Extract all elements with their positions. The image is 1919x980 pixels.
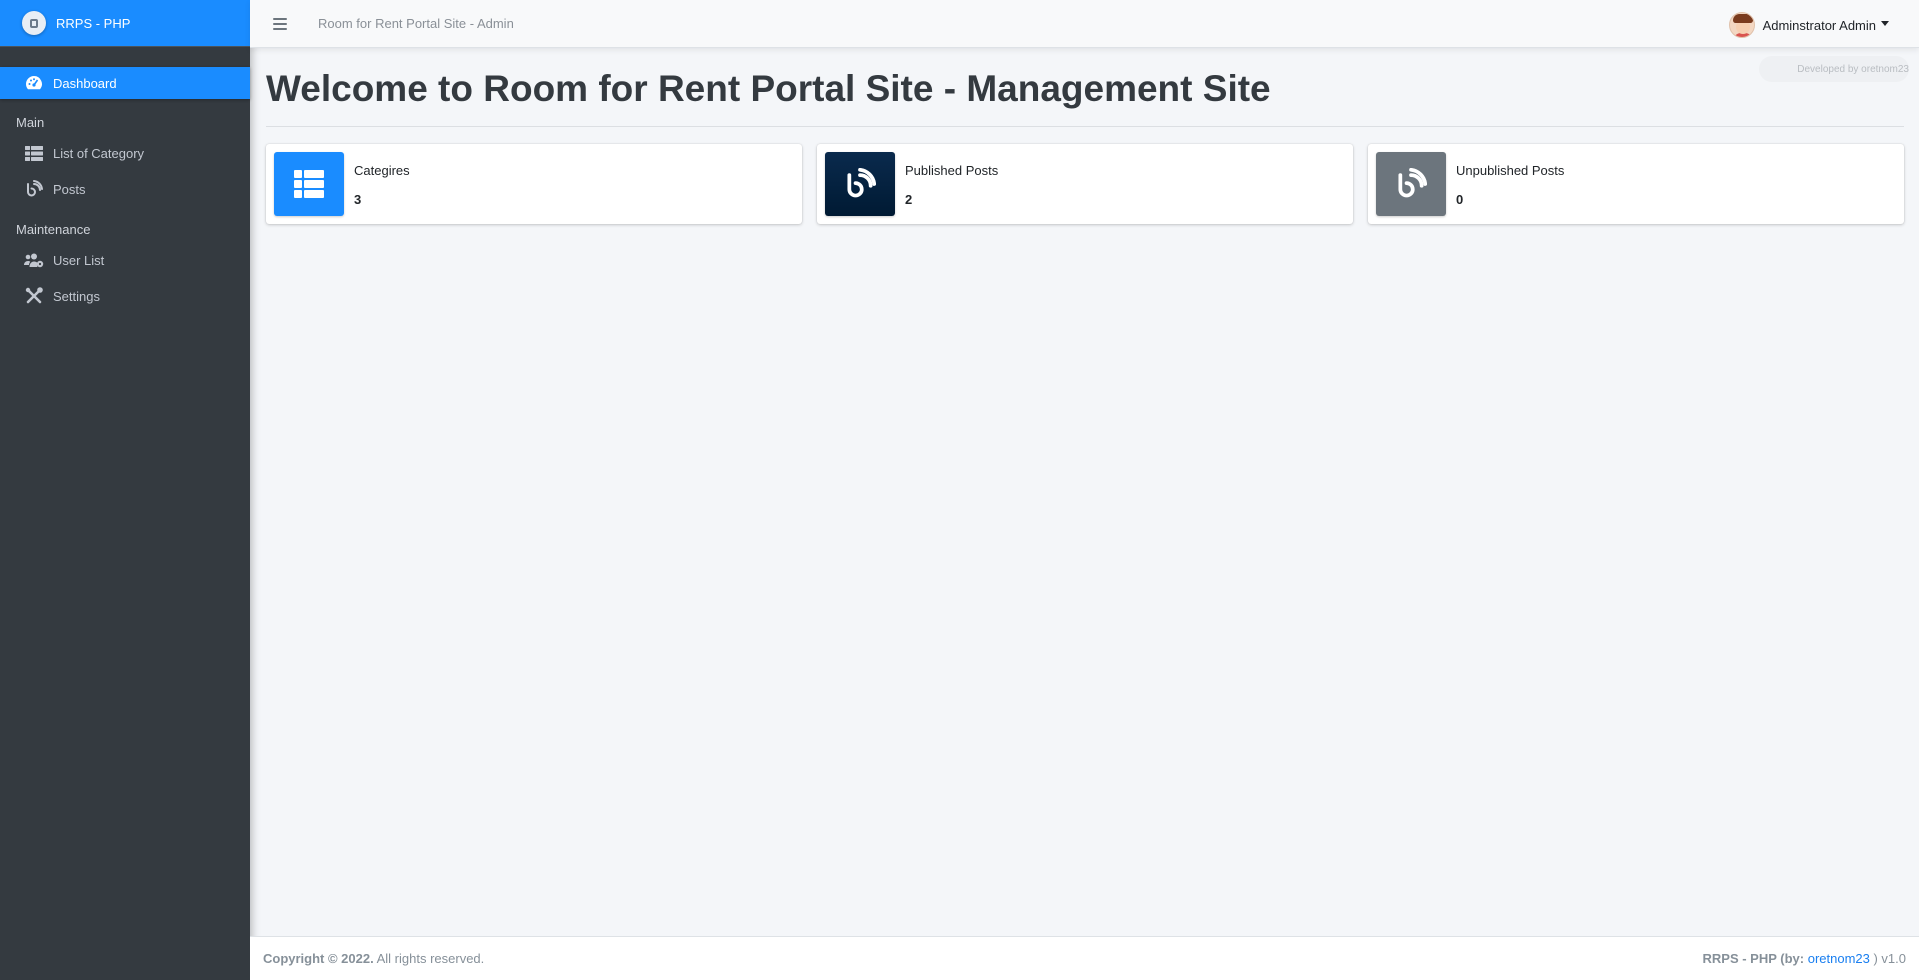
- blog-icon: [825, 152, 895, 216]
- avatar: [1728, 12, 1755, 38]
- sidebar-item-dashboard[interactable]: Dashboard: [0, 67, 250, 99]
- sidebar-item-user-list[interactable]: User List: [0, 243, 250, 277]
- copyright-year: Copyright © 2022.: [263, 951, 374, 966]
- main-content: Developed by oretnom23 Welcome to Room f…: [250, 48, 1919, 936]
- credit: RRPS - PHP (by: oretnom23 ) v1.0: [1703, 951, 1907, 966]
- sidebar-item-label: List of Category: [53, 145, 145, 161]
- info-box-published-posts: Published Posts 2: [817, 144, 1353, 224]
- info-box-label: Unpublished Posts: [1456, 163, 1565, 178]
- sidebar-item-posts[interactable]: Posts: [0, 172, 250, 206]
- developer-badge: Developed by oretnom23: [1759, 56, 1909, 82]
- sidebar-item-label: Posts: [53, 181, 86, 197]
- sidebar-section-maintenance: Maintenance: [16, 222, 91, 237]
- table-list-icon: [274, 152, 344, 216]
- info-box-value: 0: [1456, 192, 1464, 207]
- users-cog-icon: [24, 251, 44, 269]
- info-box-label: Published Posts: [905, 163, 999, 178]
- top-navbar: Room for Rent Portal Site - Admin Admins…: [250, 0, 1919, 48]
- brand-name: RRPS - PHP: [56, 15, 131, 31]
- brand-link[interactable]: RRPS - PHP: [0, 0, 250, 47]
- top-title: Room for Rent Portal Site - Admin: [318, 16, 514, 31]
- footer: Copyright © 2022. All rights reserved. R…: [250, 936, 1919, 980]
- blog-icon: [24, 180, 44, 198]
- page-title: Welcome to Room for Rent Portal Site - M…: [266, 68, 1271, 109]
- credit-prefix: RRPS - PHP (by:: [1702, 951, 1808, 966]
- user-name: Adminstrator Admin: [1762, 17, 1876, 33]
- info-box-unpublished-posts: Unpublished Posts 0: [1368, 144, 1904, 224]
- copyright-text: All rights reserved.: [373, 951, 485, 966]
- copyright: Copyright © 2022. All rights reserved.: [263, 951, 484, 966]
- sidebar-item-list-of-category[interactable]: List of Category: [0, 136, 250, 170]
- divider: [266, 126, 1904, 127]
- author-link[interactable]: oretnom23: [1808, 951, 1870, 966]
- sidebar-item-label: User List: [53, 252, 105, 268]
- dashboard-icon: [24, 74, 44, 92]
- sidebar-item-settings[interactable]: Settings: [0, 279, 250, 313]
- sidebar-item-label: Dashboard: [53, 75, 117, 91]
- info-box-categories: Categires 3: [266, 144, 802, 224]
- blog-icon: [1376, 152, 1446, 216]
- info-boxes: Categires 3 Published Posts 2 Unpublishe…: [266, 144, 1904, 224]
- info-box-label: Categires: [354, 163, 410, 178]
- sidebar-section-main: Main: [16, 115, 45, 130]
- brand-logo-icon: [22, 11, 46, 35]
- table-list-icon: [24, 144, 44, 162]
- sidebar-item-label: Settings: [53, 288, 100, 304]
- developer-badge-text: Developed by oretnom23: [1797, 63, 1909, 75]
- info-box-value: 2: [905, 192, 913, 207]
- sidebar: RRPS - PHP Dashboard Main List of Catego…: [0, 0, 250, 980]
- info-box-value: 3: [354, 192, 362, 207]
- user-menu-dropdown[interactable]: Adminstrator Admin: [1728, 12, 1889, 38]
- tools-icon: [24, 287, 44, 305]
- menu-toggle-icon[interactable]: [273, 17, 287, 30]
- credit-suffix: ) v1.0: [1869, 951, 1906, 966]
- sidebar-nav: Dashboard Main List of Category Posts Ma…: [0, 47, 250, 313]
- caret-down-icon: [1881, 20, 1889, 26]
